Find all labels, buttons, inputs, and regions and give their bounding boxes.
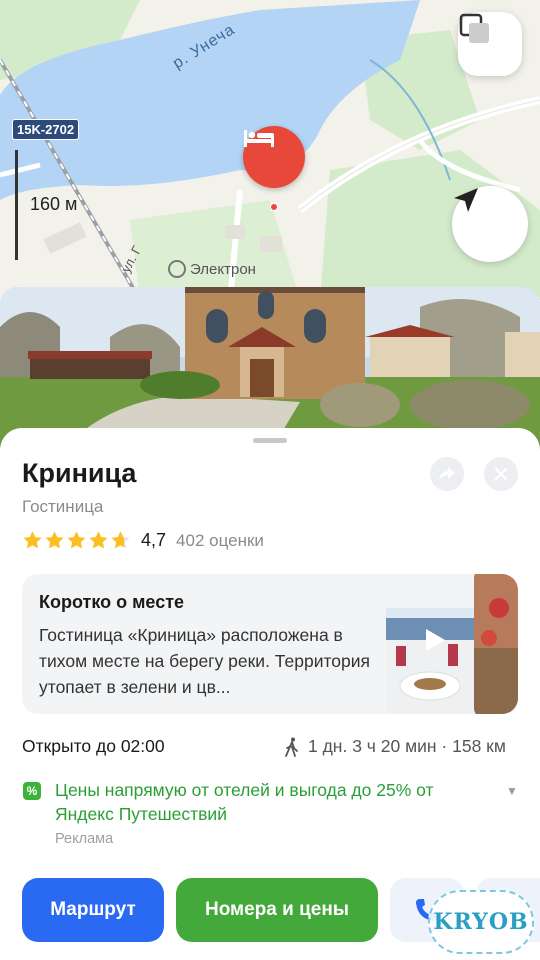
star-icon: [67, 531, 86, 549]
place-card-sheet: Криница Гостиница 4,7 402 оценки Коротко…: [0, 428, 540, 960]
star-half-icon: [111, 531, 130, 549]
route-button[interactable]: Маршрут: [22, 878, 164, 942]
poi-elektron[interactable]: Электрон: [168, 260, 256, 278]
play-icon[interactable]: [420, 626, 448, 654]
share-button[interactable]: [430, 457, 464, 491]
layers-button[interactable]: [458, 12, 522, 76]
rating-count[interactable]: 402 оценки: [176, 531, 264, 551]
thumbnail-image: [474, 574, 518, 714]
road-number-badge: 15K-2702: [12, 119, 80, 140]
hotel-map-pin[interactable]: [243, 126, 305, 188]
pedestrian-icon: [285, 737, 298, 757]
pin-location-dot: [270, 203, 278, 211]
star-icon: [45, 531, 64, 549]
rating-value: 4,7: [141, 530, 167, 550]
place-category: Гостиница: [22, 497, 104, 516]
poi-icon: [168, 260, 186, 278]
poi-label: Электрон: [190, 260, 256, 278]
watermark-logo: KRYOB: [428, 890, 534, 954]
place-title: Криница: [22, 458, 137, 488]
discount-badge-icon: %: [23, 782, 41, 800]
opening-hours[interactable]: Открыто до 02:00: [22, 736, 165, 757]
rooms-and-prices-button[interactable]: Номера и цены: [176, 878, 378, 942]
walking-time-distance: 1 дн. 3 ч 20 мин · 158 км: [308, 736, 506, 756]
scale-bar: [15, 150, 18, 260]
bed-icon: [244, 130, 274, 147]
scale-label: 160 м: [30, 194, 78, 214]
sheet-drag-handle[interactable]: [253, 438, 287, 443]
star-icon: [89, 531, 108, 549]
walking-route-info[interactable]: 1 дн. 3 ч 20 мин · 158 км: [284, 736, 506, 757]
rating-row[interactable]: 4,7 402 оценки: [22, 530, 264, 551]
about-text: Гостиница «Криница» расположена в тихом …: [39, 625, 371, 697]
about-title: Коротко о месте: [39, 592, 185, 612]
layers-icon: [459, 13, 489, 43]
promo-text[interactable]: Цены напрямую от отелей и выгода до 25% …: [55, 778, 485, 826]
navigation-arrow-icon: [454, 188, 478, 212]
close-icon: [494, 467, 508, 481]
my-location-button[interactable]: [452, 186, 528, 262]
ad-label: Реклама: [55, 831, 114, 847]
map-view[interactable]: р. Унеча 15K-2702 160 м ул. Г Электрон: [0, 0, 540, 300]
star-icon: [23, 531, 42, 549]
about-photo-thumbnail[interactable]: [474, 574, 518, 714]
share-icon: [439, 467, 455, 481]
close-button[interactable]: [484, 457, 518, 491]
about-card[interactable]: Коротко о месте Гостиница «Криница» расп…: [22, 574, 518, 714]
chevron-down-icon[interactable]: ▼: [506, 784, 518, 798]
